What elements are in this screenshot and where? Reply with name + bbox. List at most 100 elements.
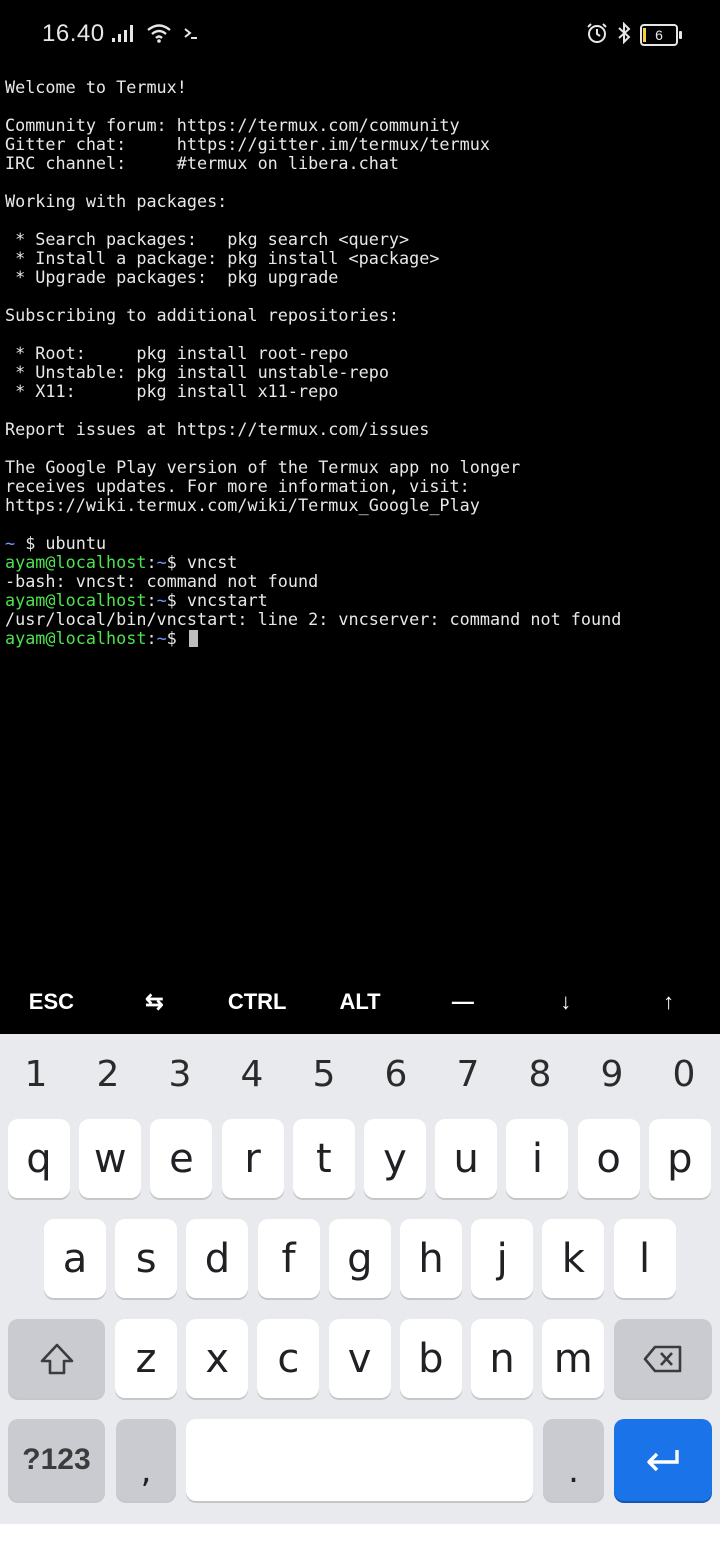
command-text: vncst xyxy=(186,552,238,572)
soft-keyboard: 1234567890 q w e r t y u i o p a s d f g h j k l z x c v b n m ?12… xyxy=(0,1034,720,1524)
prompt-dollar: $ xyxy=(166,590,187,610)
prompt-dollar: $ xyxy=(166,628,187,648)
status-left-icons xyxy=(112,22,200,48)
key-t[interactable]: t xyxy=(292,1119,355,1198)
text-cursor xyxy=(188,630,198,647)
prompt-colon: : xyxy=(146,628,157,648)
enter-key[interactable] xyxy=(614,1419,712,1501)
key-m[interactable]: m xyxy=(542,1319,605,1398)
prompt-user: ayam@localhost xyxy=(5,590,147,610)
navigation-bar xyxy=(0,1524,720,1560)
terminal-line: Community forum: https://termux.com/comm… xyxy=(5,115,460,135)
prompt-line: ayam@localhost:~$ vncst xyxy=(5,553,717,572)
terminal-line: The Google Play version of the Termux ap… xyxy=(5,457,521,477)
prompt-colon: : xyxy=(146,590,157,610)
terminal-line: Gitter chat: https://gitter.im/termux/te… xyxy=(5,134,490,154)
prompt-path: ~ xyxy=(156,590,167,610)
terminal-line: * Upgrade packages: pkg upgrade xyxy=(5,267,339,287)
status-time: 16.40 xyxy=(42,20,105,47)
key-k[interactable]: k xyxy=(542,1219,605,1298)
key-y[interactable]: y xyxy=(364,1119,426,1198)
key-4[interactable]: 4 xyxy=(216,1034,288,1114)
backspace-icon xyxy=(643,1345,682,1372)
key-x[interactable]: x xyxy=(186,1319,249,1398)
key-6[interactable]: 6 xyxy=(360,1034,432,1114)
alarm-icon xyxy=(586,22,608,48)
terminal-line: receives updates. For more information, … xyxy=(5,476,470,496)
down-arrow-key[interactable]: ↓ xyxy=(514,970,617,1034)
key-s[interactable]: s xyxy=(115,1219,178,1298)
extra-keys-row: ESC ⇆ CTRL ALT — ↓ ↑ xyxy=(0,970,720,1034)
ubuntu-command-line: ~ $ ubuntu xyxy=(5,534,717,553)
key-5[interactable]: 5 xyxy=(288,1034,360,1114)
dash-key[interactable]: — xyxy=(411,970,514,1034)
key-c[interactable]: c xyxy=(257,1319,320,1398)
prompt-path: ~ xyxy=(5,533,16,553)
key-e[interactable]: e xyxy=(150,1119,213,1198)
prompt-user: ayam@localhost xyxy=(5,628,147,648)
terminal-line: Subscribing to additional repositories: xyxy=(5,305,400,325)
key-d[interactable]: d xyxy=(186,1219,249,1298)
prompt-path: ~ xyxy=(156,552,167,572)
key-n[interactable]: n xyxy=(471,1319,533,1398)
command-output: -bash: vncst: command not found xyxy=(5,571,319,591)
terminal-line: * Search packages: pkg search <query> xyxy=(5,229,410,249)
prompt-line: ayam@localhost:~$ xyxy=(5,629,717,648)
key-1[interactable]: 1 xyxy=(0,1034,72,1114)
signal-icon xyxy=(112,24,136,46)
key-u[interactable]: u xyxy=(435,1119,498,1198)
number-row: 1234567890 xyxy=(0,1034,720,1114)
command-output: /usr/local/bin/vncstart: line 2: vncserv… xyxy=(5,609,622,629)
period-key[interactable]: . xyxy=(543,1419,604,1501)
prompt-user: ayam@localhost xyxy=(5,552,147,572)
key-p[interactable]: p xyxy=(648,1119,711,1198)
space-bar[interactable] xyxy=(186,1419,533,1501)
comma-key[interactable]: , xyxy=(116,1419,176,1501)
key-l[interactable]: l xyxy=(613,1219,676,1298)
key-b[interactable]: b xyxy=(399,1319,462,1398)
tab-key[interactable]: ⇆ xyxy=(103,970,206,1034)
key-f[interactable]: f xyxy=(257,1219,320,1298)
symbols-key[interactable]: ?123 xyxy=(8,1419,105,1501)
alt-key[interactable]: ALT xyxy=(309,970,412,1034)
key-7[interactable]: 7 xyxy=(432,1034,504,1114)
key-2[interactable]: 2 xyxy=(72,1034,144,1114)
key-9[interactable]: 9 xyxy=(576,1034,648,1114)
battery-icon: 6 xyxy=(640,24,682,46)
key-0[interactable]: 0 xyxy=(648,1034,720,1114)
shift-key[interactable] xyxy=(8,1319,105,1398)
terminal-line: * Unstable: pkg install unstable-repo xyxy=(5,362,389,382)
key-a[interactable]: a xyxy=(44,1219,106,1298)
key-8[interactable]: 8 xyxy=(504,1034,576,1114)
terminal-prompt-icon xyxy=(182,24,200,46)
key-j[interactable]: j xyxy=(471,1219,534,1298)
up-arrow-key[interactable]: ↑ xyxy=(617,970,720,1034)
esc-key[interactable]: ESC xyxy=(0,970,103,1034)
prompt-path: ~ xyxy=(156,628,167,648)
ctrl-key[interactable]: CTRL xyxy=(206,970,309,1034)
terminal-line: Working with packages: xyxy=(5,191,228,211)
key-o[interactable]: o xyxy=(577,1119,640,1198)
key-q[interactable]: q xyxy=(8,1119,70,1198)
shift-icon xyxy=(40,1343,73,1374)
key-z[interactable]: z xyxy=(115,1319,177,1398)
bluetooth-icon xyxy=(616,21,632,48)
key-3[interactable]: 3 xyxy=(144,1034,216,1114)
key-i[interactable]: i xyxy=(506,1119,569,1198)
terminal-view[interactable]: Welcome to Termux! Community forum: https… xyxy=(5,78,717,978)
backspace-key[interactable] xyxy=(614,1319,712,1398)
key-r[interactable]: r xyxy=(221,1119,284,1198)
terminal-line: Welcome to Termux! xyxy=(5,77,187,97)
status-right-icons: 6 xyxy=(586,21,682,48)
key-g[interactable]: g xyxy=(328,1219,391,1298)
key-v[interactable]: v xyxy=(328,1319,391,1398)
key-w[interactable]: w xyxy=(79,1119,142,1198)
terminal-line: * Install a package: pkg install <packag… xyxy=(5,248,440,268)
key-h[interactable]: h xyxy=(400,1219,462,1298)
